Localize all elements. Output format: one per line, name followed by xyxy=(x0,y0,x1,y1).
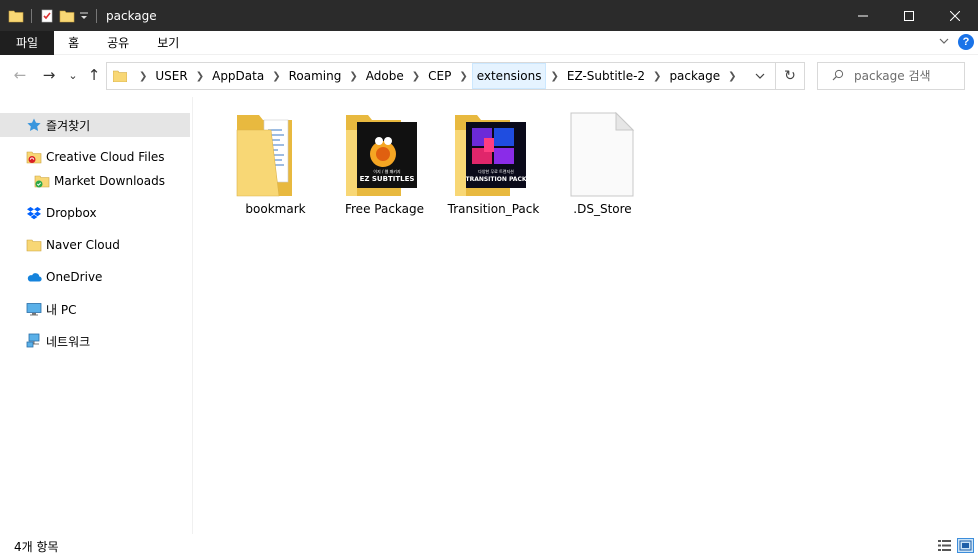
file-name: Transition_Pack xyxy=(447,202,540,216)
properties-icon[interactable] xyxy=(39,8,55,24)
maximize-button[interactable] xyxy=(886,0,932,31)
recent-locations-button[interactable]: ⌄ xyxy=(63,65,83,85)
file-grid: bookmark 이지 / 웹 패키지 EZ SUBTITLES Free Pa… xyxy=(221,110,657,220)
sidebar-item-label: Naver Cloud xyxy=(46,238,120,252)
svg-text:이지 / 웹 패키지: 이지 / 웹 패키지 xyxy=(373,168,401,174)
sidebar-item-favorites[interactable]: 즐겨찾기 xyxy=(0,113,190,137)
new-folder-icon[interactable] xyxy=(59,8,75,24)
file-item-free-package[interactable]: 이지 / 웹 패키지 EZ SUBTITLES Free Package xyxy=(330,110,439,220)
minimize-button[interactable] xyxy=(840,0,886,31)
dropbox-icon xyxy=(26,205,42,221)
file-item-ds-store[interactable]: .DS_Store xyxy=(548,110,657,220)
sidebar-item-dropbox[interactable]: Dropbox xyxy=(0,201,192,225)
folder-icon[interactable] xyxy=(8,8,24,24)
sidebar-item-label: 네트워크 xyxy=(46,334,91,349)
sidebar-item-creative-cloud-files[interactable]: Creative Cloud Files xyxy=(0,145,192,169)
address-bar[interactable]: ❯ USER ❯ AppData ❯ Roaming ❯ Adobe ❯ CEP ❯ ex… xyxy=(106,62,776,90)
breadcrumb-roaming[interactable]: Roaming ❯ xyxy=(285,63,362,89)
star-icon xyxy=(26,117,42,133)
sidebar-item-onedrive[interactable]: OneDrive xyxy=(0,265,192,289)
blank-file-icon xyxy=(555,110,651,198)
sidebar-item-label: 즐겨찾기 xyxy=(46,118,91,133)
market-folder-icon xyxy=(34,173,50,189)
folder-ez-subtitles-icon: 이지 / 웹 패키지 EZ SUBTITLES xyxy=(337,110,433,198)
sidebar-item-label: Dropbox xyxy=(46,206,97,220)
breadcrumb-cep[interactable]: CEP ❯ xyxy=(424,63,472,89)
sidebar-item-this-pc[interactable]: 내 PC xyxy=(0,297,192,321)
breadcrumb-appdata[interactable]: AppData ❯ xyxy=(208,63,285,89)
close-button[interactable] xyxy=(932,0,978,31)
file-name: .DS_Store xyxy=(573,202,632,216)
folder-with-documents-icon xyxy=(228,110,324,198)
search-icon xyxy=(832,69,844,84)
breadcrumb-package[interactable]: package ❯ xyxy=(665,63,740,89)
folder-icon xyxy=(112,70,128,83)
sidebar-item-label: Creative Cloud Files xyxy=(46,150,165,164)
sidebar-item-label: OneDrive xyxy=(46,270,103,284)
navigation-pane: 즐겨찾기 Creative Cloud Files Market Downloa… xyxy=(0,97,193,534)
svg-text:TRANSITION PACK: TRANSITION PACK xyxy=(465,176,526,183)
svg-text:다양한 무료 트랜지션: 다양한 무료 트랜지션 xyxy=(478,168,514,174)
title-bar: package xyxy=(0,0,978,31)
file-name: Free Package xyxy=(344,202,425,216)
navigation-bar: ← → ⌄ ↑ ❯ USER ❯ AppData ❯ Roaming ❯ Adobe ❯… xyxy=(0,55,978,97)
pc-monitor-icon xyxy=(26,301,42,317)
sidebar-item-label: 내 PC xyxy=(46,302,77,317)
expand-ribbon-chevron-icon[interactable] xyxy=(938,35,950,50)
svg-text:EZ SUBTITLES: EZ SUBTITLES xyxy=(359,175,414,183)
ribbon-right-controls: ? xyxy=(938,34,974,50)
onedrive-cloud-icon xyxy=(26,269,42,285)
back-button[interactable]: ← xyxy=(10,65,30,85)
qat-divider xyxy=(31,8,32,23)
file-item-transition-pack[interactable]: 다양한 무료 트랜지션 TRANSITION PACK Transition_P… xyxy=(439,110,548,220)
status-bar: 4개 항목 xyxy=(0,534,978,559)
up-button[interactable]: ↑ xyxy=(84,65,104,85)
tab-home[interactable]: 홈 xyxy=(54,31,93,55)
breadcrumb-ez-subtitle-2[interactable]: EZ-Subtitle-2 ❯ xyxy=(563,63,666,89)
file-name: bookmark xyxy=(245,202,306,216)
quick-access-toolbar xyxy=(0,0,100,31)
file-list-view: bookmark 이지 / 웹 패키지 EZ SUBTITLES Free Pa… xyxy=(194,97,978,534)
large-icons-view-button[interactable] xyxy=(957,538,974,553)
customize-qat-dropdown-icon[interactable] xyxy=(79,8,89,24)
tab-file[interactable]: 파일 xyxy=(0,30,55,55)
tab-share[interactable]: 공유 xyxy=(93,31,143,55)
sidebar-item-naver-cloud[interactable]: Naver Cloud xyxy=(0,233,192,257)
breadcrumb-root-chevron[interactable]: ❯ xyxy=(135,63,151,89)
forward-button[interactable]: → xyxy=(39,65,59,85)
sidebar-item-network[interactable]: 네트워크 xyxy=(0,329,192,353)
file-item-bookmark[interactable]: bookmark xyxy=(221,110,330,220)
network-icon xyxy=(26,333,42,349)
folder-icon xyxy=(26,237,42,253)
creative-cloud-folder-icon xyxy=(26,149,42,165)
sidebar-item-label: Market Downloads xyxy=(54,174,165,188)
folder-transition-pack-icon: 다양한 무료 트랜지션 TRANSITION PACK xyxy=(446,110,542,198)
help-icon[interactable]: ? xyxy=(958,34,974,50)
tab-view[interactable]: 보기 xyxy=(143,31,193,55)
search-box[interactable] xyxy=(817,62,965,90)
details-view-button[interactable] xyxy=(936,538,953,553)
qat-divider xyxy=(96,8,97,23)
refresh-button[interactable]: ↻ xyxy=(776,62,805,90)
breadcrumb-extensions[interactable]: extensions ❯ xyxy=(471,63,563,89)
window-controls xyxy=(840,0,978,31)
item-count: 4개 항목 xyxy=(14,540,59,554)
address-history-dropdown[interactable] xyxy=(745,63,775,89)
breadcrumb-adobe[interactable]: Adobe ❯ xyxy=(362,63,424,89)
breadcrumb-user[interactable]: USER ❯ xyxy=(151,63,208,89)
search-input[interactable] xyxy=(854,69,954,83)
window-title: package xyxy=(106,8,157,23)
ribbon-tabs: 파일 홈 공유 보기 ? xyxy=(0,30,978,55)
view-toggles xyxy=(936,538,974,553)
sidebar-item-market-downloads[interactable]: Market Downloads xyxy=(0,169,192,193)
